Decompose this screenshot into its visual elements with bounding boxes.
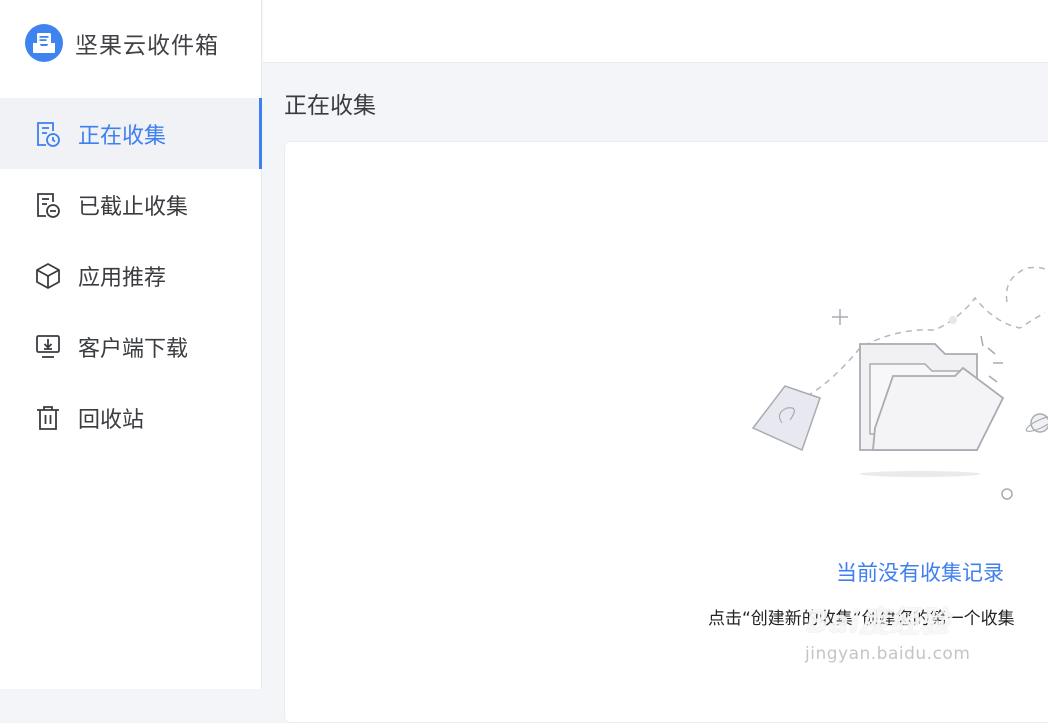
- empty-folder-illustration: [745, 258, 1048, 512]
- sidebar-item-closed[interactable]: 已截止收集: [0, 169, 262, 240]
- sidebar-item-label: 应用推荐: [78, 265, 167, 291]
- empty-state-description: 点击“创建新的收集”创建您的第一个收集: [708, 609, 1015, 629]
- cube-icon: [34, 262, 62, 290]
- app-title: 坚果云收件箱: [75, 33, 219, 59]
- top-bar: [263, 0, 1048, 63]
- trash-icon: [34, 404, 62, 432]
- sidebar-nav: 正在收集 已截止收集 应用推荐 客户端下载 回收站: [0, 98, 262, 453]
- sidebar-item-recycle-bin[interactable]: 回收站: [0, 382, 262, 453]
- sidebar: 坚果云收件箱 正在收集 已截止收集 应用推荐 客户端下载 回收站: [0, 0, 262, 689]
- closed-collection-icon: [34, 191, 62, 219]
- sidebar-item-client-download[interactable]: 客户端下载: [0, 311, 262, 382]
- sidebar-item-label: 客户端下载: [78, 336, 189, 362]
- collecting-icon: [34, 120, 62, 148]
- empty-state-title: 当前没有收集记录: [836, 561, 1004, 585]
- sidebar-item-collecting[interactable]: 正在收集: [0, 98, 262, 169]
- brand[interactable]: 坚果云收件箱: [25, 24, 219, 62]
- sidebar-item-app-recommend[interactable]: 应用推荐: [0, 240, 262, 311]
- download-icon: [34, 333, 62, 361]
- sidebar-item-label: 已截止收集: [78, 194, 189, 220]
- sidebar-item-label: 回收站: [78, 407, 145, 433]
- sidebar-item-label: 正在收集: [78, 123, 167, 149]
- inbox-logo-icon: [25, 24, 63, 62]
- page-title: 正在收集: [284, 93, 376, 119]
